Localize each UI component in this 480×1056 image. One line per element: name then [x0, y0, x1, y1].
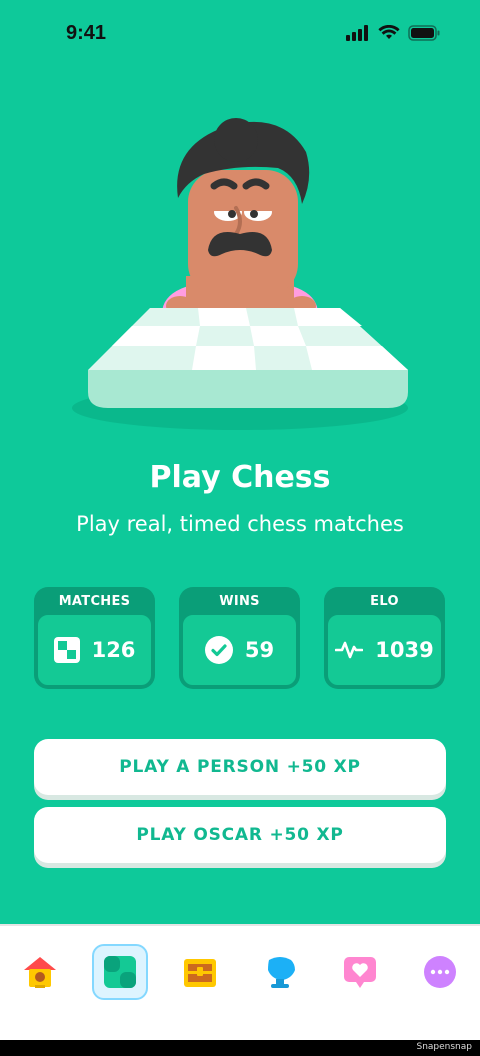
stat-body-wins: 59	[181, 613, 298, 687]
battery-icon	[408, 25, 440, 41]
tab-quests[interactable]	[172, 944, 228, 1000]
treasure-chest-icon	[184, 959, 216, 987]
play-person-button[interactable]: PLAY A PERSON +50 XP	[34, 739, 446, 795]
home-icon	[24, 957, 56, 988]
stat-value-matches: 126	[91, 638, 136, 662]
stat-label-elo: ELO	[370, 594, 399, 609]
bottom-strip	[0, 1040, 480, 1056]
activity-pulse-icon	[335, 641, 364, 659]
signal-icon	[346, 25, 368, 41]
stat-card-wins: WINS 59	[179, 587, 300, 689]
play-oscar-button[interactable]: PLAY OSCAR +50 XP	[34, 807, 446, 863]
status-bar: 9:41	[0, 0, 480, 70]
status-time: 9:41	[66, 22, 107, 44]
tab-more[interactable]	[412, 944, 468, 1000]
chess-screen: 9:41 Play Chess Play real, timed chess m…	[0, 0, 480, 1040]
status-icons	[346, 25, 440, 41]
oscar-chess-illustration	[72, 118, 408, 430]
stat-value-elo: 1039	[375, 638, 434, 662]
stat-label-matches: MATCHES	[58, 594, 131, 609]
trophy-icon	[268, 957, 295, 988]
tab-chess[interactable]	[92, 944, 148, 1000]
stat-body-matches: 126	[36, 613, 153, 687]
check-circle-icon	[204, 636, 233, 664]
chessboard-icon	[53, 637, 80, 663]
wifi-icon	[378, 25, 400, 39]
credit-text: Snapensnap	[416, 1042, 472, 1052]
more-icon	[424, 956, 456, 988]
page-subtitle: Play real, timed chess matches	[76, 512, 404, 536]
stat-label-wins: WINS	[219, 594, 260, 609]
stat-card-matches: MATCHES 126	[34, 587, 155, 689]
stat-card-elo: ELO 1039	[324, 587, 445, 689]
chess-icon	[104, 956, 136, 988]
tab-home[interactable]	[12, 944, 68, 1000]
tab-friends[interactable]	[332, 944, 388, 1000]
bottom-tab-bar	[0, 924, 480, 1040]
stat-value-wins: 59	[244, 638, 275, 662]
tab-leaderboard[interactable]	[252, 944, 308, 1000]
heart-message-icon	[344, 957, 376, 988]
page-title: Play Chess	[149, 460, 331, 495]
stat-body-elo: 1039	[326, 613, 443, 687]
